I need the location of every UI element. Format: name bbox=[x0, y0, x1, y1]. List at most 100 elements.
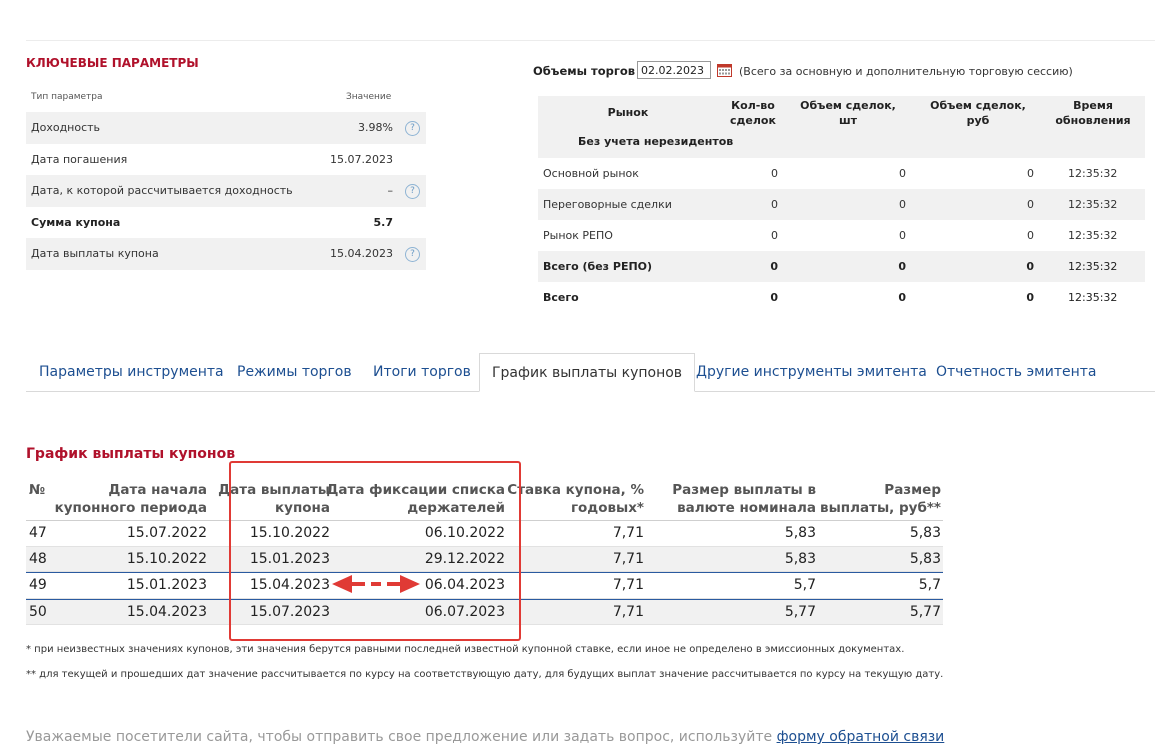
volumes-note: (Всего за основную и дополнительную торг… bbox=[739, 65, 1073, 78]
count-value: 0 bbox=[771, 229, 778, 242]
coupon-rate: 7,71 bbox=[612, 577, 644, 593]
date-input[interactable]: 02.02.2023 bbox=[637, 61, 711, 79]
param-value: 15.07.2023 bbox=[330, 152, 393, 166]
tab-instrument-params[interactable]: Параметры инструмента bbox=[27, 353, 236, 391]
vol-rub-header: Объем сделок, руб bbox=[930, 99, 1026, 127]
count-value: 0 bbox=[771, 198, 778, 211]
param-label: Сумма купона bbox=[31, 215, 121, 229]
volumes-header: Рынок Кол-во сделок Объем сделок, шт Объ… bbox=[538, 96, 1145, 158]
tab-other-instruments[interactable]: Другие инструменты эмитента bbox=[684, 353, 939, 391]
coupon-num: 47 bbox=[29, 525, 47, 541]
time-value: 12:35:32 bbox=[1068, 260, 1118, 273]
coupon-start: 15.04.2023 bbox=[126, 603, 207, 620]
coupon-start: 15.07.2022 bbox=[126, 525, 207, 541]
coupon-rub: 5,83 bbox=[909, 550, 941, 567]
start-header-2: купонного периода bbox=[54, 500, 207, 516]
tab-issuer-reports[interactable]: Отчетность эмитента bbox=[924, 353, 1109, 391]
nominal-header-1: Размер выплаты в bbox=[672, 482, 816, 498]
param-value: 3.98% bbox=[358, 121, 393, 134]
volumes-row: Основной рынок 0 0 0 12:35:32 bbox=[538, 158, 1145, 189]
rub-header-1: Размер bbox=[884, 482, 941, 498]
tab-trading-modes[interactable]: Режимы торгов bbox=[225, 353, 364, 391]
double-arrow-icon bbox=[332, 575, 420, 593]
coupon-schedule-title: График выплаты купонов bbox=[26, 446, 236, 462]
time-value: 12:35:32 bbox=[1068, 291, 1118, 304]
col-value-header: Значение bbox=[346, 92, 392, 102]
key-params-table: Доходность 3.98% ? Дата погашения 15.07.… bbox=[26, 112, 426, 270]
param-label: Доходность bbox=[31, 121, 101, 134]
key-params-header: Тип параметра Значение bbox=[26, 92, 426, 106]
col-param-header: Тип параметра bbox=[31, 92, 103, 102]
key-params-title: КЛЮЧЕВЫЕ ПАРАМЕТРЫ bbox=[26, 56, 199, 70]
coupon-rate: 7,71 bbox=[612, 550, 644, 567]
count-value: 0 bbox=[771, 167, 778, 180]
instrument-tabs: Параметры инструмента Режимы торгов Итог… bbox=[26, 353, 1155, 392]
calendar-icon[interactable] bbox=[717, 64, 732, 77]
time-header: Время обновления bbox=[1055, 99, 1131, 127]
volumes-row: Всего 0 0 0 12:35:32 bbox=[538, 282, 1145, 313]
coupon-start: 15.01.2023 bbox=[126, 577, 207, 593]
residents-subheader: Без учета нерезидентов bbox=[578, 135, 734, 148]
market-name: Рынок РЕПО bbox=[543, 229, 613, 242]
param-label: Дата выплаты купона bbox=[31, 247, 159, 260]
vol-rub-value: 0 bbox=[1027, 229, 1034, 242]
vol-rub-value: 0 bbox=[1026, 260, 1034, 273]
help-icon[interactable]: ? bbox=[405, 247, 420, 262]
vol-pcs-value: 0 bbox=[899, 198, 906, 211]
key-param-row: Сумма купона 5.7 bbox=[26, 207, 426, 239]
feedback-link[interactable]: форму обратной связи bbox=[777, 729, 945, 745]
vol-rub-value: 0 bbox=[1026, 291, 1034, 304]
time-value: 12:35:32 bbox=[1068, 198, 1118, 211]
param-value: 15.04.2023 bbox=[330, 247, 393, 260]
vol-pcs-value: 0 bbox=[898, 291, 906, 304]
coupon-start: 15.10.2022 bbox=[126, 550, 207, 567]
key-param-row: Дата, к которой рассчитывается доходност… bbox=[26, 175, 426, 207]
vol-rub-value: 0 bbox=[1027, 198, 1034, 211]
annotation-frame bbox=[229, 461, 521, 641]
feedback-text: Уважаемые посетители сайта, чтобы отправ… bbox=[26, 729, 944, 745]
help-icon[interactable]: ? bbox=[405, 121, 420, 136]
coupon-nominal: 5,77 bbox=[784, 603, 816, 620]
coupon-num: 49 bbox=[29, 577, 47, 593]
param-label: Дата, к которой рассчитывается доходност… bbox=[31, 184, 293, 197]
market-name: Основной рынок bbox=[543, 167, 639, 180]
help-icon[interactable]: ? bbox=[405, 184, 420, 199]
volumes-table: Рынок Кол-во сделок Объем сделок, шт Объ… bbox=[538, 96, 1145, 313]
coupon-rub: 5,83 bbox=[909, 525, 941, 541]
count-value: 0 bbox=[770, 260, 778, 273]
vol-rub-value: 0 bbox=[1027, 167, 1034, 180]
market-name: Всего (без РЕПО) bbox=[543, 260, 653, 273]
market-name: Всего bbox=[543, 291, 579, 304]
vol-pcs-value: 0 bbox=[899, 229, 906, 242]
time-value: 12:35:32 bbox=[1068, 167, 1118, 180]
start-header-1: Дата начала bbox=[108, 482, 207, 498]
top-divider bbox=[26, 40, 1155, 41]
coupon-nominal: 5,7 bbox=[793, 577, 816, 593]
footnote-1: * при неизвестных значениях купонов, эти… bbox=[26, 644, 905, 655]
vol-pcs-value: 0 bbox=[898, 260, 906, 273]
tab-coupon-schedule[interactable]: График выплаты купонов bbox=[479, 353, 696, 392]
rub-header-2: выплаты, руб** bbox=[820, 500, 941, 516]
count-value: 0 bbox=[770, 291, 778, 304]
time-value: 12:35:32 bbox=[1068, 229, 1118, 242]
vol-pcs-header: Объем сделок, шт bbox=[800, 99, 896, 127]
tab-trading-results[interactable]: Итоги торгов bbox=[361, 353, 483, 391]
coupon-rate: 7,71 bbox=[612, 525, 644, 541]
coupon-nominal: 5,83 bbox=[784, 550, 816, 567]
coupon-num: 48 bbox=[29, 550, 47, 567]
coupon-rub: 5,77 bbox=[909, 603, 941, 620]
market-name: Переговорные сделки bbox=[543, 198, 672, 211]
key-param-row: Доходность 3.98% ? bbox=[26, 112, 426, 144]
coupon-num: 50 bbox=[29, 603, 47, 620]
volumes-row: Рынок РЕПО 0 0 0 12:35:32 bbox=[538, 220, 1145, 251]
rate-header-2: годовых* bbox=[570, 500, 644, 516]
rate-header-1: Ставка купона, % bbox=[507, 482, 644, 498]
market-header: Рынок bbox=[607, 106, 649, 119]
coupon-nominal: 5,83 bbox=[784, 525, 816, 541]
footnote-2: ** для текущей и прошедших дат значение … bbox=[26, 669, 944, 680]
volumes-row: Всего (без РЕПО) 0 0 0 12:35:32 bbox=[538, 251, 1145, 282]
param-value: 5.7 bbox=[373, 215, 394, 229]
coupon-rub: 5,7 bbox=[918, 577, 941, 593]
vol-pcs-value: 0 bbox=[899, 167, 906, 180]
nominal-header-2: валюте номинала bbox=[677, 500, 816, 516]
